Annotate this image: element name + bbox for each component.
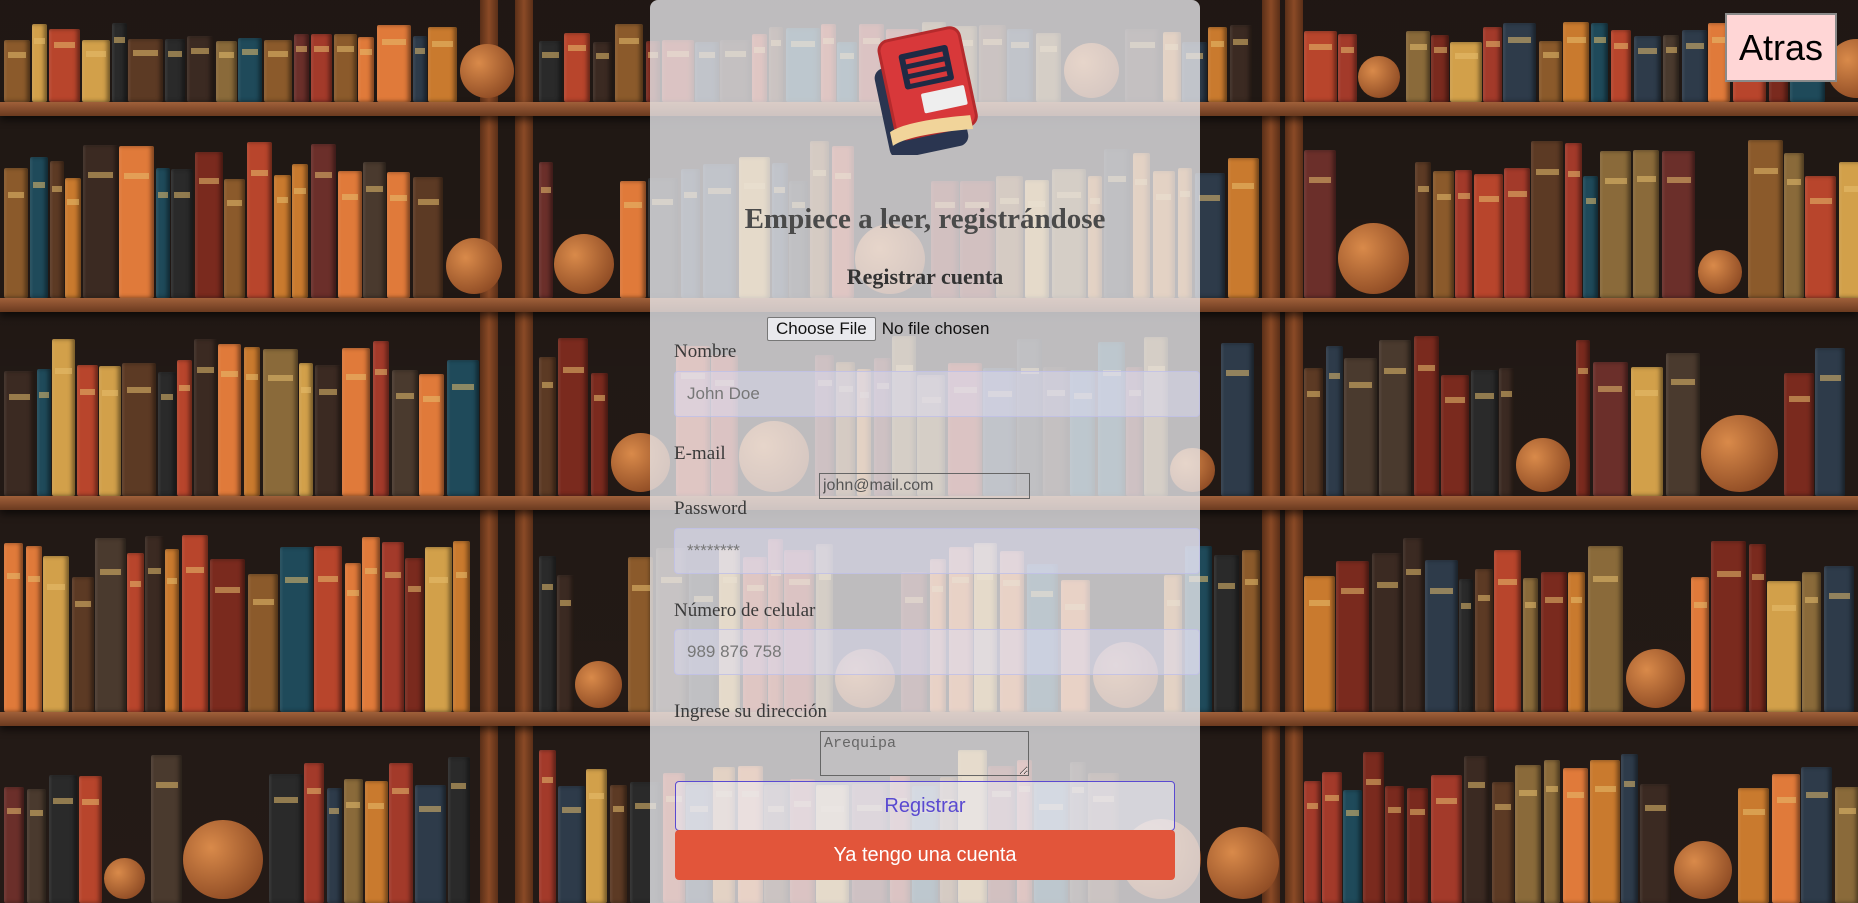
email-field[interactable] — [819, 473, 1030, 499]
address-textarea[interactable] — [820, 731, 1029, 776]
page-title: Empiece a leer, registrándose — [744, 203, 1106, 235]
password-label: Password — [674, 498, 747, 519]
file-status: No file chosen — [881, 319, 990, 338]
file-upload: Choose File No file chosen — [767, 316, 989, 342]
phone-label: Número de celular — [674, 600, 816, 621]
name-label: Nombre — [674, 341, 737, 362]
register-button[interactable]: Registrar — [675, 781, 1175, 831]
choose-file-button[interactable]: Choose File — [767, 317, 876, 341]
password-field[interactable] — [674, 528, 1200, 574]
address-label: Ingrese su dirección — [674, 701, 827, 722]
name-field[interactable] — [674, 371, 1200, 417]
back-button[interactable]: Atras — [1725, 13, 1837, 82]
form-subtitle: Registrar cuenta — [846, 264, 1004, 289]
email-label: E-mail — [674, 443, 726, 464]
book-logo-icon — [874, 26, 978, 155]
have-account-button[interactable]: Ya tengo una cuenta — [675, 830, 1175, 880]
phone-field[interactable] — [674, 629, 1200, 675]
